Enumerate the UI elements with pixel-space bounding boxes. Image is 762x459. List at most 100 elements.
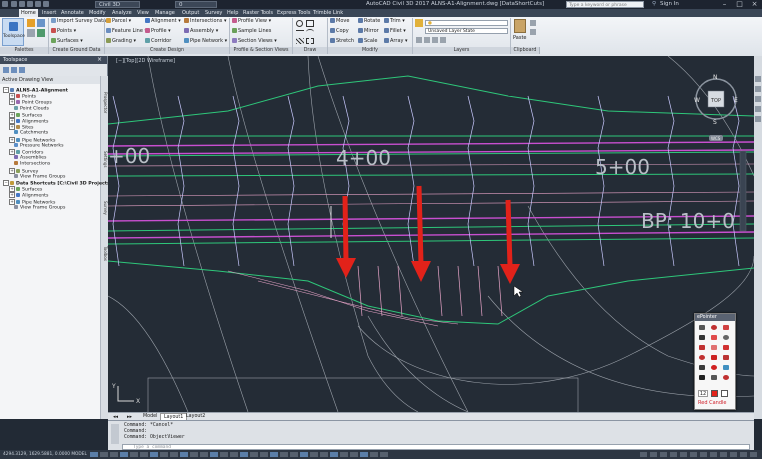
scale-button[interactable]: Scale xyxy=(358,38,377,44)
copy-button[interactable]: Copy xyxy=(330,28,349,34)
status-toggle-icon[interactable] xyxy=(350,452,358,457)
open-icon[interactable] xyxy=(19,1,25,7)
minimize-icon[interactable]: – xyxy=(717,0,732,9)
panel-palettes-title[interactable]: Palettes xyxy=(0,47,49,54)
status-tool-icon[interactable] xyxy=(670,452,677,457)
expand-icon[interactable]: + xyxy=(9,99,15,106)
status-tool-icon[interactable] xyxy=(730,452,737,457)
tab-annotate[interactable]: Annotate xyxy=(59,9,86,17)
spotlight-icon[interactable] xyxy=(711,355,717,360)
status-tool-icon[interactable] xyxy=(700,452,707,457)
status-toggle-icon[interactable] xyxy=(90,452,98,457)
panel-create-ground-title[interactable]: Create Ground Data xyxy=(49,47,105,54)
layer-dropdown[interactable]: 0 xyxy=(175,1,217,8)
status-toggle-icon[interactable] xyxy=(300,452,308,457)
tab-view[interactable]: View xyxy=(135,9,151,17)
alignment-button[interactable]: Alignment ▾ xyxy=(145,18,181,24)
pen-size-input[interactable]: 12 xyxy=(698,390,708,397)
tab-modify[interactable]: Modify xyxy=(87,9,108,17)
stretch-button[interactable]: Stretch xyxy=(330,38,354,44)
undo-icon[interactable] xyxy=(699,375,705,380)
expand-icon[interactable]: + xyxy=(9,167,15,174)
feature-line-button[interactable]: Feature Line ▾ xyxy=(106,28,147,34)
panel-create-design-title[interactable]: Create Design xyxy=(105,47,230,54)
array-button[interactable]: Array ▾ xyxy=(384,38,408,44)
paste-button[interactable]: Paste xyxy=(513,35,527,41)
arrow-icon[interactable] xyxy=(711,335,717,340)
tree-item[interactable]: View Frame Groups xyxy=(9,204,65,212)
status-toggle-icon[interactable] xyxy=(110,452,118,457)
status-tool-icon[interactable] xyxy=(660,452,667,457)
panel-draw-title[interactable]: Draw xyxy=(293,47,328,54)
layer-tool-icon[interactable] xyxy=(416,37,422,43)
status-toggle-icon[interactable] xyxy=(330,452,338,457)
status-toggle-icon[interactable] xyxy=(260,452,268,457)
status-tool-icon[interactable] xyxy=(740,452,747,457)
panel-modify-title[interactable]: Modify xyxy=(328,47,413,54)
grading-button[interactable]: Grading ▾ xyxy=(106,38,136,44)
expand-icon[interactable]: + xyxy=(9,198,15,205)
layer-dropdown-ribbon[interactable]: ● xyxy=(425,20,508,26)
paste-icon[interactable] xyxy=(514,19,526,33)
tab-manage[interactable]: Manage xyxy=(153,9,177,17)
rect-icon[interactable] xyxy=(699,345,705,350)
expand-icon[interactable]: + xyxy=(9,118,15,124)
tab-survey[interactable]: Survey xyxy=(203,9,224,17)
redo-icon[interactable] xyxy=(43,1,49,7)
expand-icon[interactable]: + xyxy=(9,124,15,131)
status-toggle-icon[interactable] xyxy=(380,452,388,457)
layer-off-icon[interactable] xyxy=(424,37,430,43)
status-tool-icon[interactable] xyxy=(720,452,727,457)
status-toggle-icon[interactable] xyxy=(100,452,108,457)
new-icon[interactable] xyxy=(11,1,17,7)
design-center-icon[interactable] xyxy=(27,29,35,37)
ellipse-icon[interactable] xyxy=(711,345,717,350)
nav-zoom-icon[interactable] xyxy=(755,86,761,92)
clear-icon[interactable] xyxy=(711,375,717,380)
toolspace-tool-icon[interactable] xyxy=(3,67,9,73)
command-handle[interactable] xyxy=(111,424,119,444)
search-input[interactable]: Type a keyword or phrase xyxy=(566,1,644,8)
fillet-button[interactable]: Fillet ▾ xyxy=(384,28,406,34)
tab-output[interactable]: Output xyxy=(180,9,201,17)
tab-home[interactable]: Home xyxy=(19,9,38,17)
status-toggle-icon[interactable] xyxy=(280,452,288,457)
status-tool-icon[interactable] xyxy=(690,452,697,457)
workspace-dropdown[interactable]: Civil 3D xyxy=(95,1,140,8)
circle-icon[interactable] xyxy=(699,355,705,360)
status-toggle-icon[interactable] xyxy=(270,452,278,457)
line-icon[interactable] xyxy=(699,335,705,340)
rectangle-icon[interactable] xyxy=(306,20,314,27)
status-toggle-icon[interactable] xyxy=(200,452,208,457)
tab-analyze[interactable]: Analyze xyxy=(110,9,134,17)
status-toggle-icon[interactable] xyxy=(240,452,248,457)
navigation-bar[interactable] xyxy=(739,150,747,232)
expand-icon[interactable]: + xyxy=(9,149,15,155)
status-toggle-icon[interactable] xyxy=(360,452,368,457)
app-menu-icon[interactable] xyxy=(2,1,8,7)
import-survey-data-button[interactable]: Import Survey Data xyxy=(51,18,106,24)
tab-raster-tools[interactable]: Raster Tools xyxy=(241,9,275,17)
zoom-icon[interactable] xyxy=(723,365,729,370)
tool-palettes-icon[interactable] xyxy=(37,29,45,37)
status-toggle-icon[interactable] xyxy=(170,452,178,457)
circle-icon[interactable] xyxy=(296,20,303,27)
nav-wheel-icon[interactable] xyxy=(755,106,761,112)
status-tool-icon[interactable] xyxy=(710,452,717,457)
status-toggle-icon[interactable] xyxy=(140,452,148,457)
profile-button[interactable]: Profile ▾ xyxy=(145,28,171,34)
sample-lines-button[interactable]: Sample Lines xyxy=(232,28,271,34)
status-toggle-icon[interactable] xyxy=(190,452,198,457)
maximize-icon[interactable]: □ xyxy=(732,0,747,9)
undo-icon[interactable] xyxy=(35,1,41,7)
trim-button[interactable]: Trim ▾ xyxy=(384,18,405,24)
status-toggle-icon[interactable] xyxy=(290,452,298,457)
sign-in-link[interactable]: Sign In xyxy=(660,0,679,9)
layer-state-icon[interactable] xyxy=(415,19,423,27)
fill-rect-icon[interactable] xyxy=(723,345,729,350)
tab-prospector[interactable]: Prospector xyxy=(101,92,108,113)
binoculars-icon[interactable]: ⚲ xyxy=(652,0,656,9)
pipe-network-button[interactable]: Pipe Network ▾ xyxy=(184,38,227,44)
status-toggle-icon[interactable] xyxy=(210,452,218,457)
tab-help[interactable]: Help xyxy=(225,9,240,17)
